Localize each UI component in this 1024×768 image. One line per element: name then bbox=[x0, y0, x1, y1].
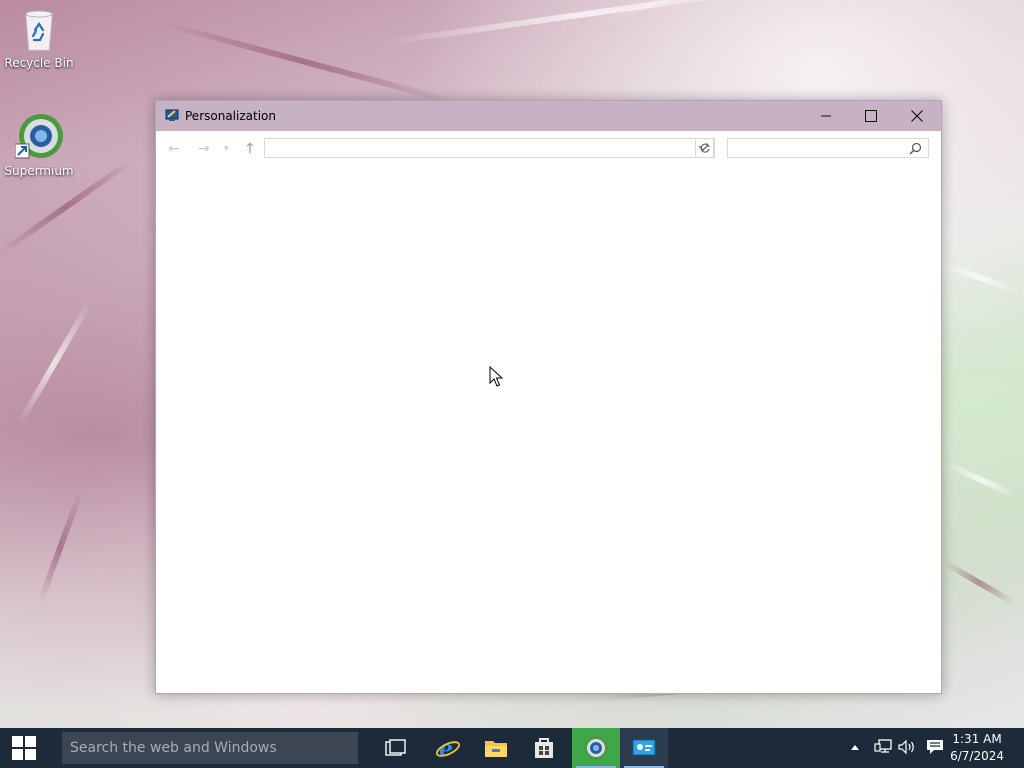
wallpaper-streak bbox=[943, 460, 1018, 500]
minimize-button[interactable] bbox=[803, 101, 849, 131]
wallpaper-streak bbox=[943, 560, 1015, 606]
windows-logo-icon bbox=[12, 736, 36, 760]
wallpaper-streak bbox=[598, 0, 959, 26]
desktop-icon-supermium[interactable]: Supermium bbox=[1, 112, 77, 178]
taskbar: Search the web and Windows e 1:31 AM 6/7… bbox=[0, 728, 1024, 768]
control-panel-icon bbox=[632, 739, 656, 756]
address-bar[interactable] bbox=[264, 138, 714, 158]
search-box[interactable] bbox=[727, 138, 929, 158]
clock-date: 6/7/2024 bbox=[950, 749, 1004, 763]
search-icon bbox=[909, 142, 922, 155]
network-icon[interactable] bbox=[874, 739, 892, 755]
back-arrow-icon[interactable]: ← bbox=[168, 141, 180, 157]
mouse-cursor-icon bbox=[489, 366, 503, 387]
taskbar-store[interactable] bbox=[520, 728, 568, 768]
file-explorer-icon bbox=[485, 741, 507, 757]
svg-text:e: e bbox=[439, 736, 453, 761]
internet-explorer-icon: e bbox=[436, 736, 460, 761]
start-button[interactable] bbox=[0, 728, 48, 768]
maximize-button[interactable] bbox=[848, 101, 894, 131]
desktop-icon-recycle-bin[interactable]: Recycle Bin bbox=[1, 8, 77, 70]
task-view-icon bbox=[385, 739, 406, 756]
personalization-window[interactable]: Personalization ← → ▾ ↑ bbox=[155, 100, 942, 694]
recent-locations-chevron-icon[interactable]: ▾ bbox=[224, 144, 229, 154]
minimize-icon bbox=[821, 115, 831, 117]
taskbar-file-explorer[interactable] bbox=[472, 728, 520, 768]
forward-arrow-icon[interactable]: → bbox=[198, 141, 210, 157]
desktop-icon-label: Supermium bbox=[4, 164, 74, 178]
action-center-icon[interactable] bbox=[926, 739, 944, 755]
wallpaper-streak bbox=[379, 0, 797, 46]
refresh-icon bbox=[700, 143, 710, 153]
volume-icon[interactable] bbox=[898, 739, 916, 755]
up-arrow-icon[interactable]: ↑ bbox=[244, 141, 256, 157]
close-button[interactable] bbox=[894, 101, 940, 131]
taskbar-supermium[interactable] bbox=[572, 728, 620, 768]
maximize-icon bbox=[865, 110, 877, 122]
supermium-icon bbox=[584, 736, 608, 760]
taskbar-search-box[interactable]: Search the web and Windows bbox=[62, 732, 358, 764]
wallpaper-streak bbox=[159, 20, 451, 104]
taskbar-task-view[interactable] bbox=[372, 728, 420, 768]
window-title: Personalization bbox=[185, 109, 276, 123]
refresh-button[interactable] bbox=[695, 138, 715, 158]
desktop-icon-label: Recycle Bin bbox=[4, 56, 74, 70]
taskbar-control-panel[interactable] bbox=[620, 728, 668, 768]
wallpaper-streak bbox=[938, 260, 1020, 295]
personalization-icon bbox=[165, 109, 179, 121]
window-content-area bbox=[156, 167, 941, 693]
taskbar-clock[interactable]: 1:31 AM 6/7/2024 bbox=[950, 731, 1004, 765]
wallpaper-streak bbox=[17, 300, 93, 425]
wallpaper-streak bbox=[37, 489, 84, 605]
taskbar-search-placeholder: Search the web and Windows bbox=[70, 740, 277, 756]
clock-time: 1:31 AM bbox=[952, 732, 1002, 746]
close-icon bbox=[911, 110, 923, 122]
chevron-up-icon[interactable] bbox=[850, 743, 860, 751]
navigation-toolbar: ← → ▾ ↑ bbox=[156, 131, 941, 167]
window-titlebar[interactable]: Personalization bbox=[156, 101, 941, 131]
taskbar-internet-explorer[interactable]: e bbox=[424, 728, 472, 768]
supermium-icon bbox=[15, 114, 63, 159]
store-icon bbox=[535, 738, 553, 758]
recycle-bin-icon bbox=[25, 10, 53, 51]
